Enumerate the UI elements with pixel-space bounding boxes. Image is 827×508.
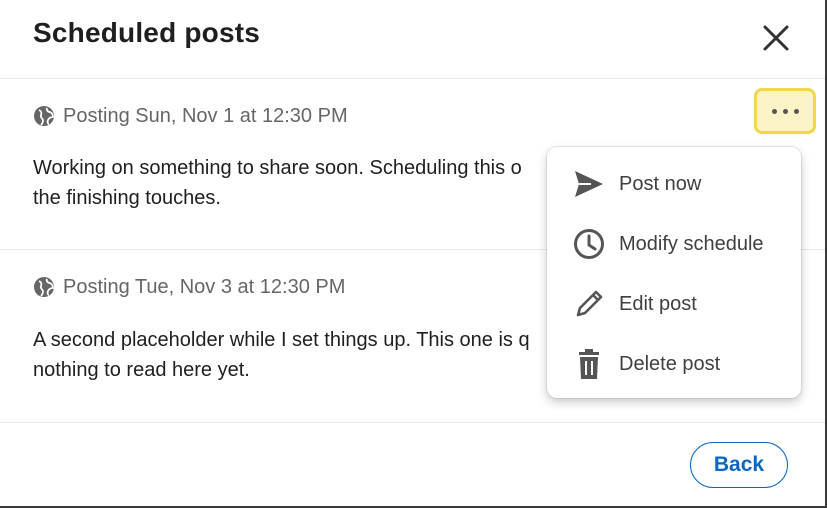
back-button[interactable]: Back — [690, 442, 788, 488]
post-schedule-text: Posting Tue, Nov 3 at 12:30 PM — [63, 275, 346, 298]
more-options-button[interactable] — [754, 88, 816, 134]
post-body-line: nothing to read here yet. — [33, 359, 250, 381]
more-dot-icon — [782, 108, 788, 114]
post-body-line: the finishing touches. — [33, 187, 221, 209]
post-body-line: Working on something to share soon. Sche… — [33, 157, 522, 179]
post-options-menu: Post now Modify schedule Edit post Delet… — [547, 147, 801, 398]
globe-icon — [34, 106, 54, 126]
more-dot-icon — [793, 108, 799, 114]
more-dot-icon — [771, 108, 777, 114]
menu-item-label: Post now — [619, 172, 702, 195]
trash-icon — [572, 347, 606, 381]
menu-item-edit-post[interactable]: Edit post — [547, 276, 801, 332]
menu-item-label: Modify schedule — [619, 232, 764, 255]
pencil-icon — [572, 287, 606, 321]
menu-item-delete-post[interactable]: Delete post — [547, 336, 801, 392]
menu-item-post-now[interactable]: Post now — [547, 156, 801, 212]
scheduled-posts-dialog: Scheduled posts Posting Sun, Nov 1 at 12… — [0, 0, 827, 508]
clock-icon — [572, 227, 606, 261]
globe-icon — [34, 277, 54, 297]
post-schedule-info: Posting Tue, Nov 3 at 12:30 PM — [33, 274, 345, 300]
post-schedule-text: Posting Sun, Nov 1 at 12:30 PM — [63, 104, 348, 127]
post-body-line: A second placeholder while I set things … — [33, 329, 530, 351]
dialog-title: Scheduled posts — [33, 17, 261, 48]
menu-item-modify-schedule[interactable]: Modify schedule — [547, 216, 801, 272]
send-icon — [572, 167, 606, 201]
post-schedule-info: Posting Sun, Nov 1 at 12:30 PM — [33, 103, 348, 129]
close-icon — [763, 25, 789, 51]
menu-item-label: Edit post — [619, 292, 697, 315]
menu-item-label: Delete post — [619, 352, 721, 375]
post-body: Working on something to share soon. Sche… — [33, 153, 573, 213]
dialog-footer: Back — [0, 423, 825, 506]
post-body: A second placeholder while I set things … — [33, 325, 573, 385]
close-button[interactable] — [756, 18, 796, 58]
dialog-header: Scheduled posts — [0, 0, 825, 79]
